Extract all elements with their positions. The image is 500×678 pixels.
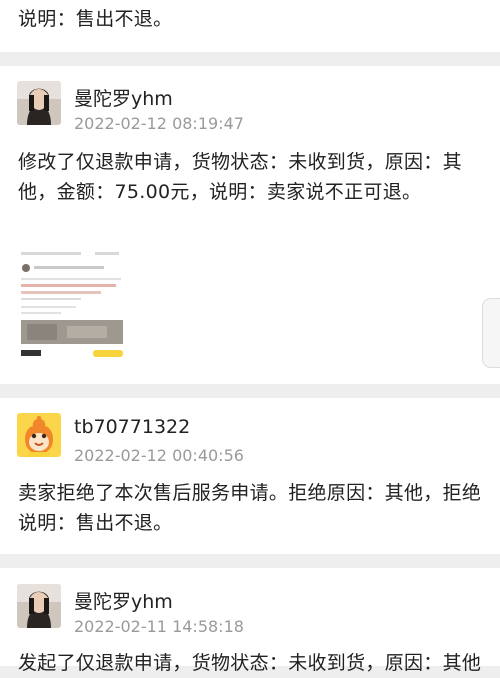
user-photo-avatar-icon bbox=[17, 81, 61, 125]
history-entry: 说明：售出不退。 bbox=[0, 0, 500, 52]
user-name[interactable]: 曼陀罗yhm bbox=[74, 587, 173, 614]
user-name[interactable]: 曼陀罗yhm bbox=[74, 84, 173, 111]
timestamp: 2022-02-12 08:19:47 bbox=[74, 114, 244, 133]
timestamp: 2022-02-11 14:58:18 bbox=[74, 617, 244, 636]
user-avatar[interactable] bbox=[17, 584, 61, 628]
user-name[interactable]: tb70771322 bbox=[74, 416, 190, 438]
timestamp: 2022-02-12 00:40:56 bbox=[74, 446, 244, 465]
orange-mascot-avatar-icon bbox=[17, 413, 61, 457]
history-entry: 曼陀罗yhm 2022-02-12 08:19:47 修改了仅退款申请，货物状态… bbox=[0, 66, 500, 384]
entry-message: 卖家拒绝了本次售后服务申请。拒绝原因：其他，拒绝说明：售出不退。 bbox=[18, 482, 482, 534]
seller-avatar[interactable] bbox=[17, 413, 61, 457]
history-entry: 曼陀罗yhm 2022-02-11 14:58:18 发起了仅退款申请，货物状态… bbox=[0, 568, 500, 674]
attachment-thumbnail[interactable] bbox=[17, 246, 127, 362]
side-scroll-handle[interactable] bbox=[482, 298, 500, 368]
entry-message: 修改了仅退款申请，货物状态：未收到货，原因：其他，金额：75.00元，说明：卖家… bbox=[18, 151, 462, 203]
entry-message: 说明：售出不退。 bbox=[18, 8, 173, 30]
user-avatar[interactable] bbox=[17, 81, 61, 125]
screenshot-thumbnail-icon bbox=[17, 246, 127, 362]
history-entry: tb70771322 2022-02-12 00:40:56 卖家拒绝了本次售后… bbox=[0, 398, 500, 554]
entry-message: 发起了仅退款申请，货物状态：未收到货，原因：其他 bbox=[18, 652, 482, 674]
user-photo-avatar-icon bbox=[17, 584, 61, 628]
